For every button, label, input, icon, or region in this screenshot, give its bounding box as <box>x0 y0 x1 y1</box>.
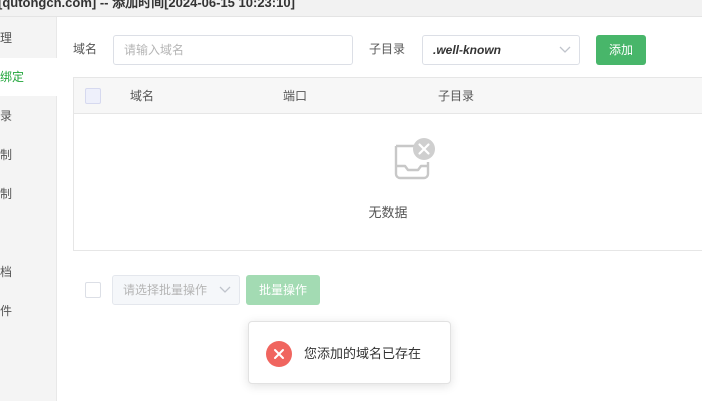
sidebar-item-label: 绑定 <box>0 70 25 84</box>
toast-message: 您添加的域名已存在 <box>304 346 422 361</box>
sidebar-item-label: 录 <box>0 109 13 123</box>
sidebar-item-binding[interactable]: 绑定 <box>0 58 57 96</box>
column-header-port: 端口 <box>283 89 308 103</box>
sidebar-item-document[interactable]: 档 <box>0 253 57 291</box>
window-title: [qutongcn.com] -- 添加时间[2024-06-15 10:23:… <box>0 0 295 10</box>
subdir-select[interactable]: .well-known <box>422 35 580 65</box>
batch-operate-button[interactable]: 批量操作 <box>246 275 320 305</box>
sidebar-item-limit[interactable]: 制 <box>0 136 57 174</box>
domain-input[interactable] <box>113 35 353 65</box>
sidebar-item-directory[interactable]: 录 <box>0 97 57 135</box>
error-toast: 您添加的域名已存在 <box>248 321 451 384</box>
batch-checkbox[interactable] <box>85 282 101 298</box>
chevron-down-icon <box>559 46 571 53</box>
sidebar-item-manage[interactable]: 理 <box>0 19 57 57</box>
subdir-label: 子目录 <box>369 42 406 56</box>
window-titlebar: [qutongcn.com] -- 添加时间[2024-06-15 10:23:… <box>0 0 702 17</box>
sidebar-item-label: 理 <box>0 31 13 45</box>
subdir-select-value: .well-known <box>433 43 502 57</box>
empty-state-text: 无数据 <box>368 205 408 220</box>
domain-label: 域名 <box>73 42 98 56</box>
table-header: 域名 端口 子目录 <box>74 78 702 114</box>
add-button[interactable]: 添加 <box>596 35 646 65</box>
sidebar-item-label: 档 <box>0 265 13 279</box>
sidebar-item-label: 制 <box>0 187 13 201</box>
batch-select-placeholder: 请选择批量操作 <box>123 283 208 297</box>
sidebar-item-control[interactable]: 制 <box>0 175 57 213</box>
batch-operate-button-label: 批量操作 <box>258 283 307 297</box>
chevron-down-icon <box>219 286 231 293</box>
sidebar-item-label: 制 <box>0 148 13 162</box>
column-header-subdir: 子目录 <box>438 89 475 103</box>
sidebar-item-label: 件 <box>0 304 13 318</box>
empty-inbox-icon <box>394 138 435 180</box>
select-all-checkbox[interactable] <box>85 88 101 104</box>
column-header-domain: 域名 <box>130 89 155 103</box>
sidebar: 理 绑定 录 制 制 档 件 <box>0 17 57 401</box>
sidebar-item-file[interactable]: 件 <box>0 292 57 330</box>
sidebar-item-blank[interactable] <box>0 214 57 252</box>
domain-table: 域名 端口 子目录 无数据 <box>73 77 702 251</box>
batch-select[interactable]: 请选择批量操作 <box>112 275 240 305</box>
add-button-label: 添加 <box>608 43 633 57</box>
close-circle-icon <box>266 341 292 367</box>
